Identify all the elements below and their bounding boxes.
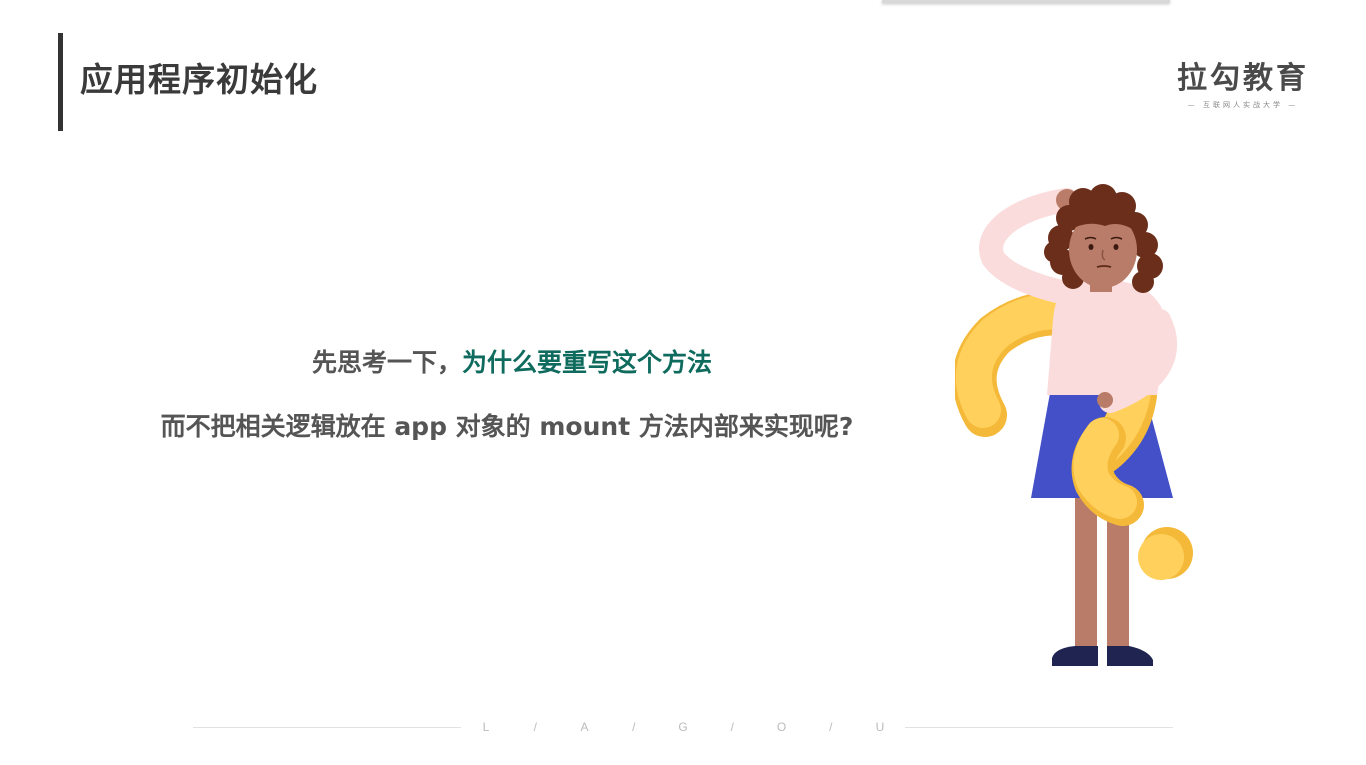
logo-tagline: — 互联网人实战大学 — bbox=[1187, 101, 1299, 109]
question-highlight: 为什么要重写这个方法 bbox=[462, 348, 713, 377]
top-shadow-bar bbox=[882, 0, 1170, 3]
thinking-woman-illustration bbox=[955, 184, 1193, 666]
footer-letter: A bbox=[580, 720, 589, 734]
logo: 拉勾教育 — 互联网人实战大学 — bbox=[1176, 60, 1310, 110]
right-shoe bbox=[1107, 646, 1153, 666]
footer-brand: L / A / G / O / U bbox=[471, 717, 895, 737]
holding-hand bbox=[1097, 392, 1113, 408]
left-shoe bbox=[1052, 646, 1098, 666]
footer-letter: O bbox=[776, 720, 787, 734]
footer-letter: L bbox=[482, 720, 490, 734]
question-mark-dot bbox=[1138, 534, 1184, 580]
question-prefix: 先思考一下， bbox=[311, 348, 462, 377]
footer-letter: G bbox=[678, 720, 688, 734]
mouth bbox=[1096, 265, 1112, 268]
right-eye bbox=[1113, 244, 1119, 250]
footer-separator: / bbox=[632, 720, 636, 734]
footer-separator: / bbox=[829, 720, 833, 734]
left-eye bbox=[1088, 244, 1094, 250]
footer-separator: / bbox=[730, 720, 734, 734]
footer-letter: U bbox=[875, 720, 885, 734]
footer-separator: / bbox=[533, 720, 537, 734]
page-title: 应用程序初始化 bbox=[80, 60, 318, 99]
question-line-1: 先思考一下，为什么要重写这个方法 bbox=[0, 344, 1024, 382]
footer-line-right bbox=[905, 727, 1173, 728]
left-leg bbox=[1075, 495, 1097, 653]
footer-line-left bbox=[193, 727, 461, 728]
title-accent-bar bbox=[58, 33, 63, 131]
question-line-2: 而不把相关逻辑放在 app 对象的 mount 方法内部来实现呢? bbox=[160, 412, 854, 441]
logo-name: 拉勾教育 bbox=[1177, 61, 1309, 96]
